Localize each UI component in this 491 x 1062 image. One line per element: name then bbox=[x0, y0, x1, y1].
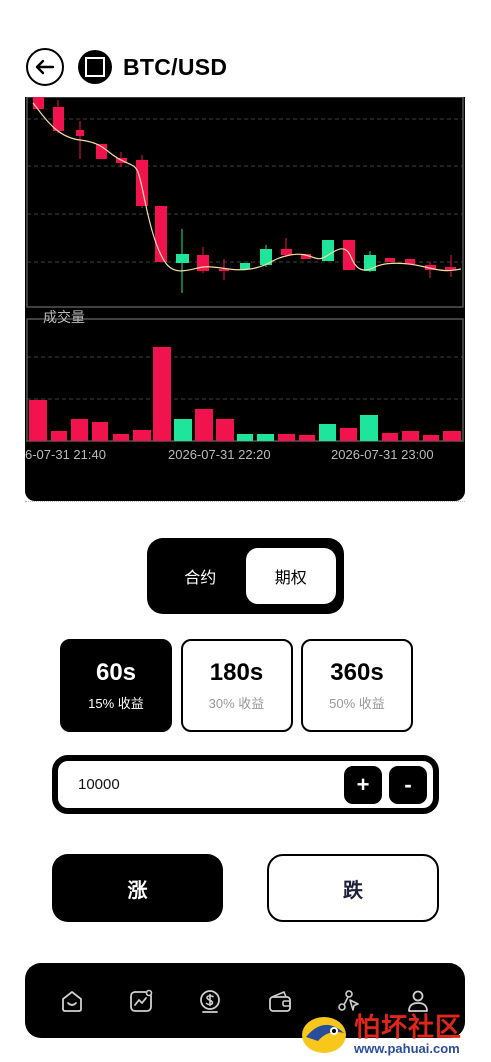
duration-time: 60s bbox=[95, 659, 137, 686]
volume-bar bbox=[382, 433, 398, 441]
volume-bar bbox=[153, 347, 171, 441]
moving-average-line bbox=[32, 102, 462, 272]
x-tick-label: 2026-07-31 22:20 bbox=[168, 447, 271, 462]
chart-divider bbox=[25, 501, 465, 502]
x-tick-label: 6-07-31 21:40 bbox=[25, 447, 106, 462]
duration-yield: 30% 收益 bbox=[208, 696, 265, 711]
nav-finance[interactable] bbox=[190, 981, 230, 1021]
candle bbox=[240, 263, 250, 269]
decrease-button[interactable]: - bbox=[389, 765, 427, 804]
amount-input[interactable]: 10000 bbox=[78, 776, 337, 793]
volume-bar bbox=[133, 430, 151, 441]
volume-bar bbox=[174, 419, 192, 441]
rise-button[interactable]: 涨 bbox=[52, 854, 223, 922]
duration-yield: 50% 收益 bbox=[329, 696, 385, 711]
header: BTC/USD bbox=[26, 48, 466, 86]
wallet-icon bbox=[268, 990, 291, 1012]
duration-card-360s[interactable]: 360s 50% 收益 bbox=[301, 639, 413, 732]
nav-market[interactable] bbox=[121, 981, 161, 1021]
duration-card-60s[interactable]: 60s 15% 收益 bbox=[60, 639, 172, 732]
price-chart[interactable]: 成交量 6-07-31 21:40 2026-07-31 22:20 2026-… bbox=[25, 97, 465, 501]
coin-logo-icon bbox=[77, 48, 113, 86]
watermark-text: 怕坏社区 bbox=[354, 1012, 463, 1042]
volume-bar bbox=[257, 434, 274, 441]
volume-bar bbox=[340, 428, 357, 441]
volume-bar bbox=[443, 431, 461, 441]
increase-button[interactable]: + bbox=[344, 765, 382, 804]
home-icon bbox=[61, 990, 82, 1012]
x-tick-label: 2026-07-31 23:00 bbox=[331, 447, 434, 462]
volume-bar bbox=[51, 431, 67, 441]
volume-label: 成交量 bbox=[43, 309, 85, 325]
volume-bar bbox=[29, 400, 47, 441]
volume-bar bbox=[299, 435, 315, 441]
duration-time: 360s bbox=[330, 659, 384, 686]
volume-bar bbox=[113, 434, 129, 441]
market-chart-icon bbox=[130, 989, 153, 1012]
duration-yield: 15% 收益 bbox=[88, 696, 144, 711]
candlestick-chart[interactable]: 成交量 6-07-31 21:40 2026-07-31 22:20 2026-… bbox=[25, 97, 465, 501]
volume-bar bbox=[360, 415, 378, 441]
volume-bar bbox=[423, 435, 439, 441]
watermark-logo-icon bbox=[302, 1017, 346, 1053]
page-title: BTC/USD bbox=[123, 53, 228, 80]
volume-bar bbox=[195, 409, 213, 441]
fall-button[interactable]: 跌 bbox=[267, 854, 439, 922]
candle bbox=[385, 258, 395, 262]
back-button[interactable] bbox=[26, 48, 64, 86]
nav-wallet[interactable] bbox=[260, 981, 300, 1021]
volume-bar bbox=[278, 434, 295, 441]
amount-field[interactable]: 10000 + - bbox=[52, 755, 439, 814]
volume-bar bbox=[319, 424, 336, 441]
volume-bar bbox=[71, 419, 88, 441]
volume-bar bbox=[237, 434, 253, 441]
candle bbox=[343, 240, 355, 270]
volume-bar bbox=[402, 431, 419, 441]
candle bbox=[155, 206, 167, 262]
watermark-url: www.pahuai.com bbox=[354, 1041, 460, 1056]
trade-type-tabs: 合约 期权 bbox=[147, 538, 344, 614]
duration-options: 60s 15% 收益 180s 30% 收益 360s 50% 收益 bbox=[60, 639, 413, 732]
watermark: 怕坏社区 www.pahuai.com bbox=[298, 1005, 488, 1060]
candles-group bbox=[29, 97, 462, 441]
volume-bar bbox=[216, 419, 234, 441]
candle bbox=[33, 97, 44, 109]
nav-home[interactable] bbox=[52, 981, 92, 1021]
volume-bar bbox=[92, 422, 108, 441]
duration-time: 180s bbox=[209, 659, 264, 686]
tab-option[interactable]: 期权 bbox=[245, 548, 336, 604]
tab-contract[interactable]: 合约 bbox=[155, 548, 246, 604]
arrow-left-icon bbox=[35, 59, 55, 75]
dollar-coin-icon bbox=[200, 989, 221, 1013]
duration-card-180s[interactable]: 180s 30% 收益 bbox=[180, 639, 293, 732]
